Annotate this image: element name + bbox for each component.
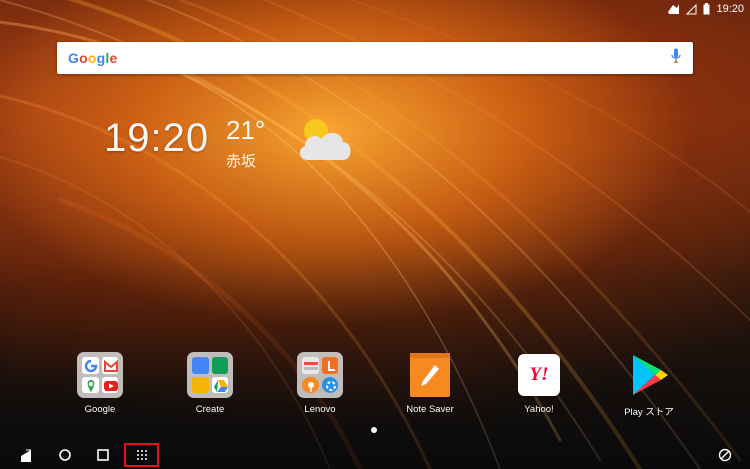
partly-cloudy-icon[interactable]: [296, 116, 354, 169]
clock-time[interactable]: 19:20: [104, 116, 209, 161]
page-indicator-dot: [371, 427, 377, 433]
microphone-icon[interactable]: [671, 48, 681, 69]
rotation-icon[interactable]: [714, 441, 736, 469]
app-label: Lenovo: [304, 404, 336, 415]
app-drawer-highlight: [124, 443, 159, 467]
app-label: Play ストア: [624, 407, 674, 418]
recents-icon[interactable]: [92, 441, 114, 469]
home-icon[interactable]: [54, 441, 76, 469]
yahoo-icon: Y!: [518, 354, 560, 396]
navigation-bar: [0, 441, 750, 469]
app-note-saver[interactable]: Note Saver: [385, 352, 475, 415]
app-lenovo-folder[interactable]: Lenovo: [275, 352, 365, 415]
google-search-bar[interactable]: Google: [57, 42, 693, 74]
back-icon[interactable]: [16, 441, 38, 469]
battery-icon: [703, 3, 710, 15]
status-time: 19:20: [716, 3, 744, 15]
app-create-folder[interactable]: Create: [165, 352, 255, 415]
signal-icon: [686, 3, 697, 15]
create-folder-icon: [187, 352, 233, 398]
play-store-icon: [633, 355, 668, 395]
app-label: Create: [195, 404, 225, 415]
app-label: Google: [84, 404, 116, 415]
google-logo: Google: [68, 50, 118, 66]
app-google-folder[interactable]: Google: [55, 352, 145, 415]
app-yahoo[interactable]: Y! Yahoo!: [494, 352, 584, 415]
google-folder-icon: [77, 352, 123, 398]
temperature[interactable]: 21°: [226, 115, 265, 146]
status-bar: 19:20: [0, 0, 750, 18]
app-play-store[interactable]: Play ストア: [604, 352, 694, 418]
app-label: Note Saver: [406, 404, 454, 415]
notification-icon: [667, 3, 680, 15]
note-saver-icon: [410, 353, 450, 397]
app-label: Yahoo!: [524, 404, 554, 415]
location[interactable]: 赤坂: [226, 150, 256, 171]
lenovo-folder-icon: [297, 352, 343, 398]
